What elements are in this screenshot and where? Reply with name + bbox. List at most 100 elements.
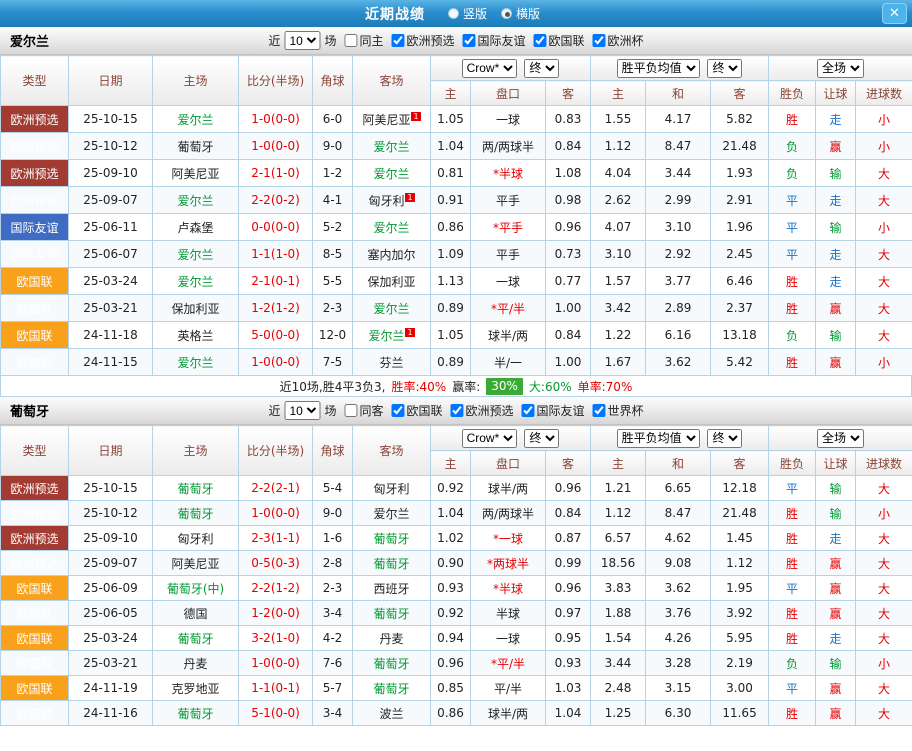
avg-type-select[interactable]: 胜平负均值 xyxy=(617,429,700,448)
team-label: 爱尔兰 xyxy=(373,167,409,181)
filter-option-label: 国际友谊 xyxy=(478,32,526,49)
goals-outcome: 大 xyxy=(856,241,912,268)
filter-option[interactable]: 国际友谊 xyxy=(522,402,585,419)
handicap-away-odds: 0.83 xyxy=(546,106,591,133)
layout-horizontal-option[interactable]: 横版 xyxy=(501,5,540,22)
odds-company-select[interactable]: Crow* xyxy=(462,59,517,78)
handicap-outcome: 输 xyxy=(816,160,856,187)
corner-count: 2-8 xyxy=(313,551,353,576)
score-halftime: 3-2(1-0) xyxy=(239,626,313,651)
handicap-away-odds: 0.95 xyxy=(546,626,591,651)
competition-type: 欧洲预选 xyxy=(1,476,69,501)
team-label: 匈牙利 xyxy=(368,194,404,208)
corner-count: 5-7 xyxy=(313,676,353,701)
odds-source-group: Crow* 终 xyxy=(431,426,591,451)
summary-row: 近10场,胜4平3负3, 胜率:40% 赢率: 30% 大:60% 单率:70% xyxy=(0,376,912,397)
col-header-home: 主场 xyxy=(153,56,239,106)
goals-outcome: 小 xyxy=(856,349,912,376)
match-row: 欧国联25-03-21丹麦1-0(0-0)7-6葡萄牙0.96*平/半0.933… xyxy=(1,651,912,676)
goals-outcome: 大 xyxy=(856,526,912,551)
filter-option[interactable]: 同主 xyxy=(344,32,383,49)
handicap-away-odds: 0.96 xyxy=(546,214,591,241)
competition-type: 欧洲预选 xyxy=(1,551,69,576)
handicap-away-odds: 0.87 xyxy=(546,526,591,551)
handicap-line: 一球 xyxy=(471,106,546,133)
filter-option[interactable]: 欧国联 xyxy=(534,32,585,49)
filter-checkbox[interactable] xyxy=(451,404,464,417)
home-team: 阿美尼亚 xyxy=(153,160,239,187)
goals-outcome: 大 xyxy=(856,676,912,701)
close-button[interactable]: ✕ xyxy=(882,3,907,24)
home-team: 德国 xyxy=(153,601,239,626)
handicap-outcome: 走 xyxy=(816,241,856,268)
summary-record: 近10场,胜4平3负3, xyxy=(280,378,386,395)
filter-option[interactable]: 世界杯 xyxy=(593,402,644,419)
avg-stage-select[interactable]: 终 xyxy=(707,429,742,448)
away-team: 丹麦 xyxy=(353,626,431,651)
filter-option[interactable]: 欧洲预选 xyxy=(451,402,514,419)
filter-option[interactable]: 欧洲杯 xyxy=(593,32,644,49)
team-label: 波兰 xyxy=(379,707,403,721)
team-label: 葡萄牙 xyxy=(373,532,409,546)
corner-count: 5-4 xyxy=(313,476,353,501)
filter-checkbox[interactable] xyxy=(344,404,357,417)
handicap-line: *一球 xyxy=(471,526,546,551)
col-header-euro-draw: 和 xyxy=(646,451,711,476)
filter-checkbox[interactable] xyxy=(534,34,547,47)
away-team: 爱尔兰 xyxy=(353,160,431,187)
match-date: 25-10-12 xyxy=(69,133,153,160)
euro-win-odds: 1.57 xyxy=(591,268,646,295)
handicap-line: 球半/两 xyxy=(471,322,546,349)
match-count-select[interactable]: 10 xyxy=(284,31,320,50)
avg-type-select[interactable]: 胜平负均值 xyxy=(617,59,700,78)
filter-suffix-label: 场 xyxy=(324,32,336,49)
competition-type: 欧洲预选 xyxy=(1,133,69,160)
odds-stage-select[interactable]: 终 xyxy=(524,59,559,78)
filter-checkbox[interactable] xyxy=(522,404,535,417)
result-outcome: 胜 xyxy=(769,601,816,626)
scope-select[interactable]: 全场 xyxy=(817,59,864,78)
avg-stage-select[interactable]: 终 xyxy=(707,59,742,78)
team-label: 芬兰 xyxy=(379,356,403,370)
summary-profit-label: 赢率: xyxy=(452,378,480,395)
filter-option[interactable]: 国际友谊 xyxy=(463,32,526,49)
filter-checkbox[interactable] xyxy=(593,34,606,47)
away-team: 爱尔兰 xyxy=(353,295,431,322)
odds-company-select[interactable]: Crow* xyxy=(462,429,517,448)
col-header-date: 日期 xyxy=(69,56,153,106)
team-label: 丹麦 xyxy=(379,632,403,646)
handicap-line: *平手 xyxy=(471,214,546,241)
handicap-line: 一球 xyxy=(471,268,546,295)
euro-draw-odds: 6.16 xyxy=(646,322,711,349)
result-outcome: 平 xyxy=(769,241,816,268)
filter-checkbox[interactable] xyxy=(593,404,606,417)
handicap-outcome: 走 xyxy=(816,626,856,651)
filter-checkbox[interactable] xyxy=(391,34,404,47)
layout-vertical-option[interactable]: 竖版 xyxy=(448,5,487,22)
competition-type: 欧国联 xyxy=(1,295,69,322)
handicap-outcome: 走 xyxy=(816,526,856,551)
handicap-outcome: 输 xyxy=(816,322,856,349)
match-count-select[interactable]: 10 xyxy=(284,401,320,420)
scope-select[interactable]: 全场 xyxy=(817,429,864,448)
away-team: 葡萄牙 xyxy=(353,601,431,626)
away-team: 爱尔兰1 xyxy=(353,322,431,349)
goals-outcome: 大 xyxy=(856,626,912,651)
corner-count: 8-5 xyxy=(313,241,353,268)
filter-checkbox[interactable] xyxy=(391,404,404,417)
euro-lose-odds: 21.48 xyxy=(711,133,769,160)
filter-option[interactable]: 同客 xyxy=(344,402,383,419)
goals-outcome: 大 xyxy=(856,576,912,601)
filter-option[interactable]: 欧国联 xyxy=(391,402,442,419)
filter-checkbox[interactable] xyxy=(344,34,357,47)
handicap-outcome: 走 xyxy=(816,268,856,295)
filter-checkbox[interactable] xyxy=(463,34,476,47)
odds-stage-select[interactable]: 终 xyxy=(524,429,559,448)
result-outcome: 胜 xyxy=(769,501,816,526)
match-date: 25-09-10 xyxy=(69,526,153,551)
col-header-home: 主场 xyxy=(153,426,239,476)
team-label: 爱尔兰 xyxy=(373,507,409,521)
col-header-goals: 进球数 xyxy=(856,451,912,476)
filter-option[interactable]: 欧洲预选 xyxy=(391,32,454,49)
filter-option-label: 国际友谊 xyxy=(537,402,585,419)
